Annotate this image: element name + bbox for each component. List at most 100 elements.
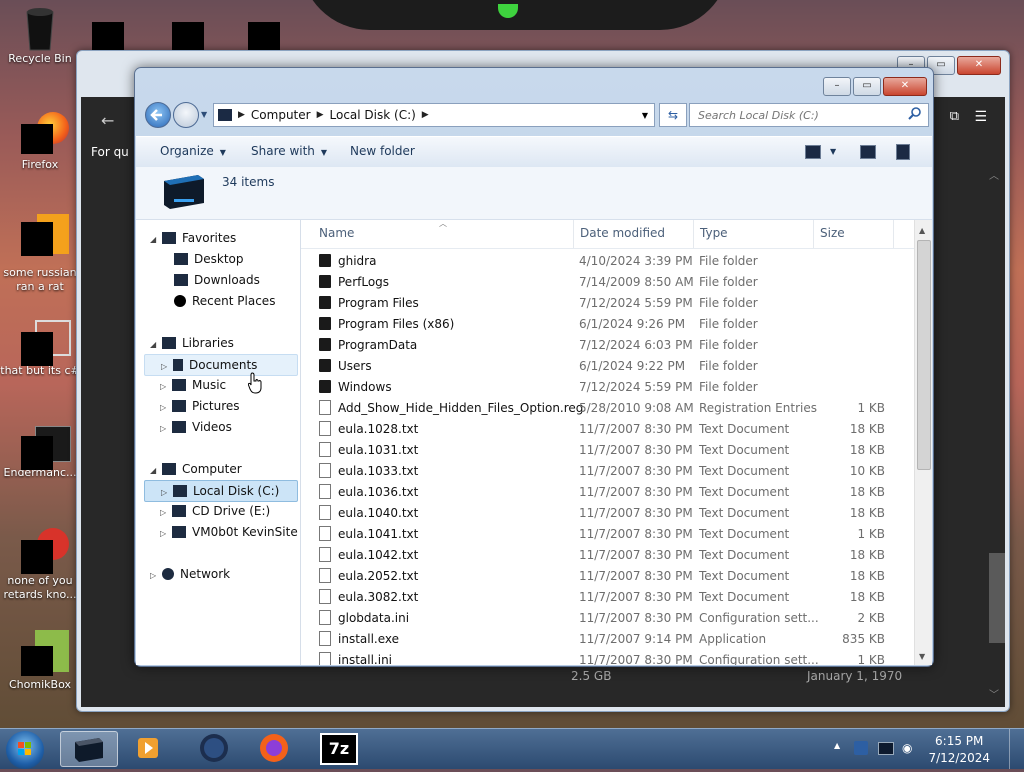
search-icon[interactable] [908,107,922,121]
recent-pages-dropdown[interactable]: ▼ [201,110,207,119]
table-row[interactable]: eula.1036.txt 11/7/2007 8:30 PM Text Docum… [301,482,914,503]
column-divider[interactable] [573,220,574,248]
start-button[interactable] [6,731,44,769]
chevron-up-icon[interactable]: ︿ [989,167,999,182]
column-name[interactable]: Name [319,226,354,240]
close-button[interactable]: ✕ [957,56,1001,75]
nav-documents[interactable]: ▷ Documents [144,354,298,376]
new-folder-button[interactable]: New folder [350,144,415,158]
table-row[interactable]: eula.1040.txt 11/7/2007 8:30 PM Text Docum… [301,503,914,524]
table-row[interactable]: PerfLogs 7/14/2009 8:50 AM File folder [301,272,914,293]
taskbar-firefox[interactable] [246,731,302,765]
desktop-icon-none-of-you[interactable]: none of you retards kno... [0,528,80,602]
preview-pane-icon[interactable] [860,145,876,159]
taskbar-media-player[interactable] [120,731,176,765]
search-input[interactable] [696,104,900,126]
address-dropdown-icon[interactable]: ▼ [642,111,648,120]
table-row[interactable]: eula.1041.txt 11/7/2007 8:30 PM Text Docum… [301,524,914,545]
scrollbar-thumb[interactable] [989,553,1005,643]
breadcrumb-local-disk[interactable]: Local Disk (C:) [330,108,416,122]
nav-libraries[interactable]: ◢ Libraries [150,333,234,353]
column-divider[interactable] [893,220,894,248]
scrollbar-thumb[interactable] [917,240,931,470]
table-row[interactable]: eula.1042.txt 11/7/2007 8:30 PM Text Docum… [301,545,914,566]
chevron-down-icon[interactable]: ﹀ [989,686,999,701]
nav-desktop[interactable]: Desktop [174,249,244,269]
close-button[interactable]: ✕ [883,77,927,96]
taskbar-vpn[interactable] [186,731,242,765]
tray-app-icon[interactable] [854,741,868,755]
collapse-arrow-icon[interactable]: ◢ [150,461,162,481]
taskbar-7zip[interactable]: 7z [310,731,366,765]
maximize-button[interactable]: ▭ [853,77,881,96]
breadcrumb-separator[interactable]: ▶ [422,110,429,120]
organize-button[interactable]: Organize ▼ [160,144,226,158]
desktop-icon-endermanch[interactable]: Endermanc... [0,426,80,480]
table-row[interactable]: ghidra 4/10/2024 3:39 PM File folder [301,251,914,272]
table-row[interactable]: eula.2052.txt 11/7/2007 8:30 PM Text Docum… [301,566,914,587]
network-icon[interactable] [878,742,894,755]
nav-music[interactable]: ▷ Music [160,375,226,395]
desktop-icon-some-russian[interactable]: some russian ran a rat [0,214,80,294]
column-size[interactable]: Size [820,226,845,240]
extensions-icon[interactable]: ⧉ [950,109,959,124]
taskbar-explorer[interactable] [60,731,118,767]
nav-pictures[interactable]: ▷ Pictures [160,396,240,416]
share-with-button[interactable]: Share with ▼ [251,144,327,158]
show-hidden-icons-button[interactable]: ▲ [834,741,840,750]
scroll-up-icon[interactable]: ▲ [919,226,925,235]
expand-arrow-icon[interactable]: ▷ [160,377,172,397]
back-arrow-icon[interactable]: ← [101,111,114,130]
table-row[interactable]: install.exe 11/7/2007 9:14 PM Application 8… [301,629,914,650]
nav-favorites[interactable]: ◢ Favorites [150,228,236,248]
expand-arrow-icon[interactable]: ▷ [160,419,172,439]
expand-arrow-icon[interactable]: ▷ [161,483,173,503]
collapse-arrow-icon[interactable]: ◢ [150,335,162,355]
table-row[interactable]: Users 6/1/2024 9:22 PM File folder [301,356,914,377]
back-button[interactable] [145,102,171,128]
expand-arrow-icon[interactable]: ▷ [160,503,172,523]
breadcrumb-computer[interactable]: Computer [251,108,311,122]
table-row[interactable]: eula.3082.txt 11/7/2007 8:30 PM Text Docum… [301,587,914,608]
speaker-icon[interactable]: ◉ [902,741,916,755]
nav-local-disk[interactable]: ▷ Local Disk (C:) [144,480,298,502]
column-type[interactable]: Type [700,226,728,240]
nav-vm-share[interactable]: ▷ VM0b0t KevinSite [160,522,298,542]
column-date-modified[interactable]: Date modified [580,226,665,240]
search-box[interactable] [689,103,929,127]
nav-computer[interactable]: ◢ Computer [150,459,242,479]
expand-arrow-icon[interactable]: ▷ [161,357,173,377]
vertical-scrollbar[interactable]: ▲ ▼ [914,220,932,665]
column-divider[interactable] [693,220,694,248]
expand-arrow-icon[interactable]: ▷ [160,524,172,544]
nav-cd-drive[interactable]: ▷ CD Drive (E:) [160,501,270,521]
explorer-window[interactable]: – ▭ ✕ ▼ ▶ Computer ▶ Local Disk (C:) ▶ ▼… [134,67,934,667]
help-icon[interactable] [896,144,910,160]
desktop-icon-recycle-bin[interactable]: Recycle Bin [0,6,80,66]
table-row[interactable]: Windows 7/12/2024 5:59 PM File folder [301,377,914,398]
column-divider[interactable] [813,220,814,248]
minimize-button[interactable]: – [823,77,851,96]
nav-downloads[interactable]: Downloads [174,270,260,290]
nav-network[interactable]: ▷ Network [150,564,230,584]
collapse-arrow-icon[interactable]: ◢ [150,230,162,250]
table-row[interactable]: eula.1031.txt 11/7/2007 8:30 PM Text Docum… [301,440,914,461]
table-row[interactable]: ProgramData 7/12/2024 6:03 PM File folder [301,335,914,356]
forward-button[interactable] [173,102,199,128]
table-row[interactable]: eula.1028.txt 11/7/2007 8:30 PM Text Docum… [301,419,914,440]
view-options-dropdown[interactable]: ▼ [830,147,836,156]
nav-videos[interactable]: ▷ Videos [160,417,232,437]
breadcrumb-separator[interactable]: ▶ [317,110,324,120]
expand-arrow-icon[interactable]: ▷ [160,398,172,418]
breadcrumb-separator[interactable]: ▶ [238,110,245,120]
clock[interactable]: 6:15 PM 7/12/2024 [928,733,990,767]
show-desktop-button[interactable] [1009,729,1024,769]
scroll-down-icon[interactable]: ▼ [919,652,925,661]
change-view-icon[interactable] [805,145,821,159]
table-row[interactable]: Add_Show_Hide_Hidden_Files_Option.reg 5/2… [301,398,914,419]
refresh-button[interactable]: ⇆ [659,103,687,127]
menu-icon[interactable]: ☰ [974,109,987,125]
desktop-icon-csharp[interactable]: that but its c# [0,320,80,378]
expand-arrow-icon[interactable]: ▷ [150,566,162,586]
table-row[interactable]: eula.1033.txt 11/7/2007 8:30 PM Text Docum… [301,461,914,482]
